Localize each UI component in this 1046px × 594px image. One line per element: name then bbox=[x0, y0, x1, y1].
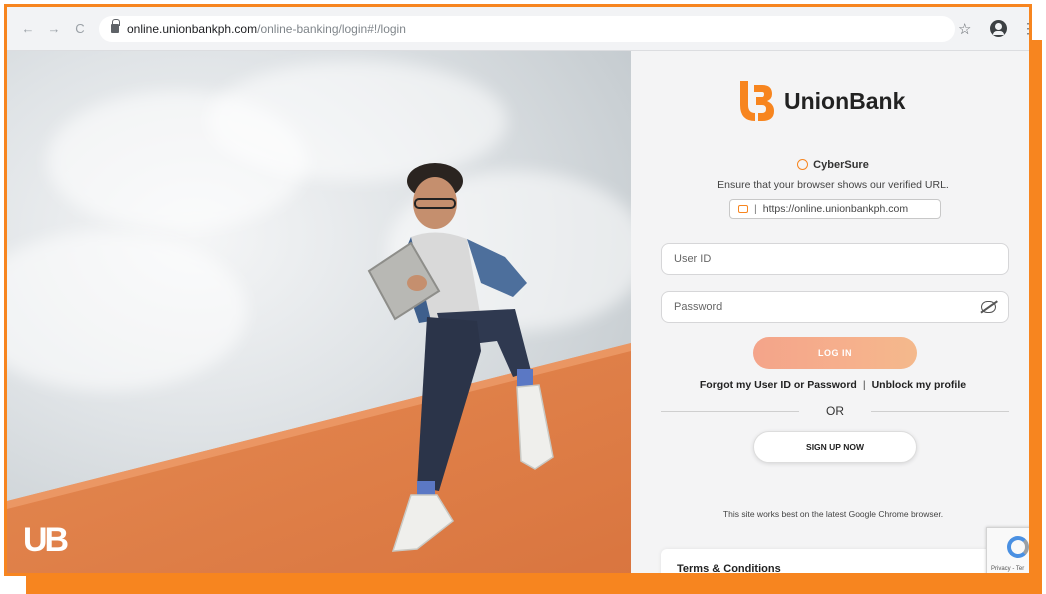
eye-slash-icon[interactable] bbox=[981, 301, 996, 313]
hero-image: UB bbox=[7, 51, 631, 573]
unionbank-logo-icon bbox=[740, 81, 774, 121]
cybersure-heading: CyberSure bbox=[631, 159, 1029, 171]
url-path: /online-banking/login#!/login bbox=[257, 21, 406, 36]
verified-url-badge: | https://online.unionbankph.com bbox=[729, 199, 941, 219]
lock-icon bbox=[111, 19, 120, 33]
shield-clock-icon bbox=[797, 159, 809, 170]
more-menu-icon[interactable]: ⋮ bbox=[1021, 20, 1029, 37]
browser-window: ← → C online.unionbankph.com/online-bank… bbox=[4, 4, 1032, 576]
terms-label: Terms & Conditions bbox=[677, 563, 781, 575]
user-id-placeholder: User ID bbox=[674, 253, 712, 265]
brand-logo[interactable]: UnionBank bbox=[736, 79, 905, 123]
recaptcha-badge[interactable]: Privacy - Ter bbox=[986, 527, 1029, 573]
or-divider: OR bbox=[661, 401, 1009, 421]
lock-icon bbox=[738, 205, 748, 213]
arrow-left-icon[interactable]: ← bbox=[19, 20, 37, 38]
recaptcha-text: Privacy - Ter bbox=[991, 566, 1025, 572]
terms-conditions-bar[interactable]: Terms & Conditions › bbox=[661, 549, 1021, 575]
cybersure-message: Ensure that your browser shows our verif… bbox=[717, 179, 949, 191]
brand-name: UnionBank bbox=[784, 87, 906, 114]
account-help-links: Forgot my User ID or Password | Unblock my… bbox=[631, 379, 1029, 391]
verified-url-separator: | bbox=[754, 203, 757, 215]
person-jacket-right bbox=[467, 239, 527, 297]
address-bar[interactable]: online.unionbankph.com/online-banking/lo… bbox=[99, 15, 955, 42]
recaptcha-icon bbox=[1007, 536, 1029, 558]
verified-url: https://online.unionbankph.com bbox=[762, 203, 909, 215]
cybersure-title: CyberSure bbox=[813, 159, 869, 171]
account-icon[interactable] bbox=[990, 20, 1007, 37]
login-panel: UnionBank CyberSure Ensure that your bro… bbox=[631, 51, 1029, 575]
bookmark-star-icon[interactable]: ☆ bbox=[958, 20, 971, 38]
signup-button[interactable]: SIGN UP NOW bbox=[753, 431, 917, 463]
arrow-right-icon[interactable]: → bbox=[45, 20, 63, 38]
hero-logo: UB bbox=[23, 521, 69, 559]
password-field[interactable]: Password bbox=[661, 291, 1009, 323]
browser-toolbar: ← → C online.unionbankph.com/online-bank… bbox=[7, 7, 1029, 51]
screenshot-stage: ← → C online.unionbankph.com/online-bank… bbox=[0, 0, 1046, 594]
hero-illustration bbox=[7, 163, 631, 573]
user-id-field[interactable]: User ID bbox=[661, 243, 1009, 275]
unblock-profile-link[interactable]: Unblock my profile bbox=[872, 379, 967, 391]
person-hand bbox=[407, 275, 427, 291]
person-head bbox=[413, 177, 457, 229]
password-placeholder: Password bbox=[674, 301, 723, 313]
divider-line bbox=[871, 411, 1009, 412]
reload-icon[interactable]: C bbox=[71, 20, 89, 38]
browser-note: This site works best on the latest Googl… bbox=[722, 509, 944, 519]
link-separator: | bbox=[862, 379, 866, 391]
login-button[interactable]: LOG IN bbox=[753, 337, 917, 369]
forgot-credentials-link[interactable]: Forgot my User ID or Password bbox=[700, 379, 857, 391]
url-host: online.unionbankph.com bbox=[127, 21, 258, 36]
